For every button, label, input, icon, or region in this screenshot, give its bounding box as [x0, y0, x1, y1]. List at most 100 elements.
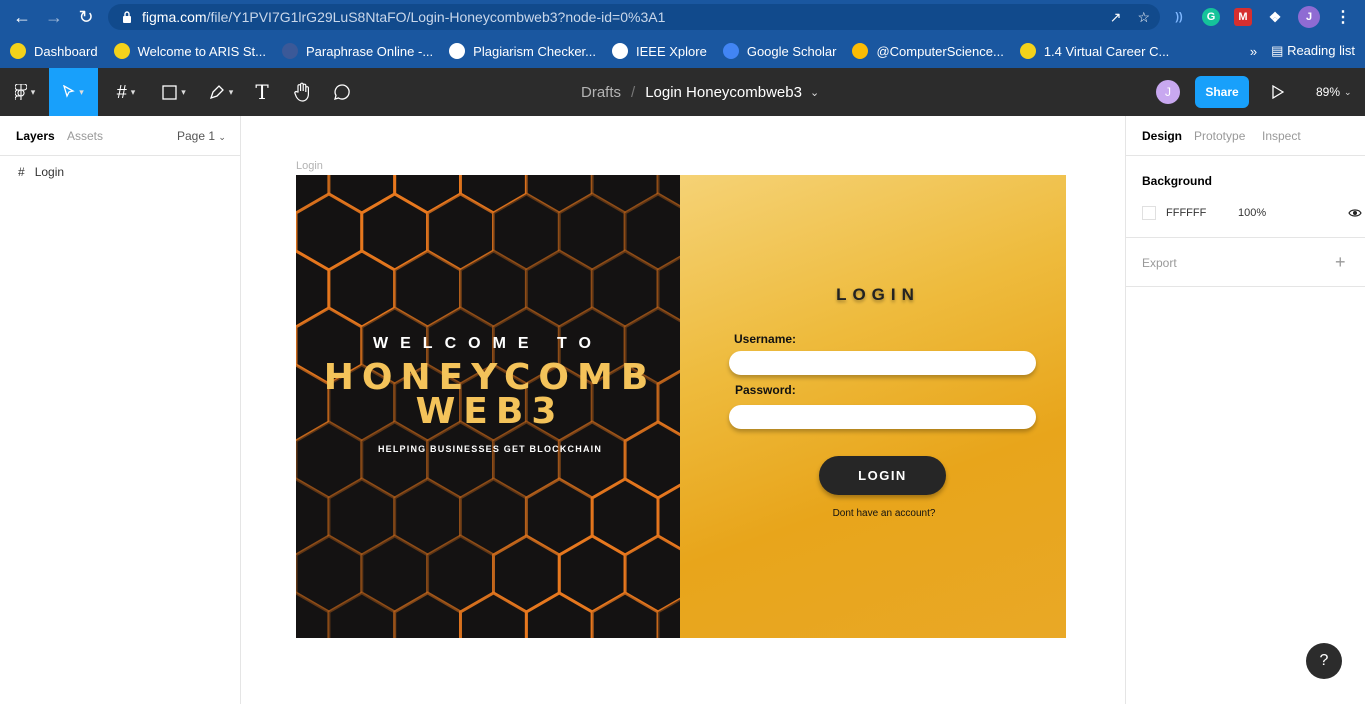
layer-item-login[interactable]: # Login — [0, 162, 240, 182]
play-icon — [1272, 85, 1284, 99]
move-tool-button[interactable]: ▾ — [49, 68, 98, 116]
main-menu-button[interactable]: ▾ — [6, 68, 44, 116]
mendeley-icon[interactable]: M — [1234, 8, 1252, 26]
bookmark-item[interactable]: Google Scholar — [722, 43, 837, 59]
comment-tool-button[interactable] — [328, 68, 356, 116]
ieee-icon — [612, 43, 628, 59]
grammarly-icon[interactable]: G — [1202, 8, 1220, 26]
breadcrumb-drafts[interactable]: Drafts — [581, 84, 621, 101]
username-label: Username: — [734, 332, 797, 346]
bookmark-label: Google Scholar — [746, 43, 837, 59]
tip-icon — [10, 43, 26, 59]
layer-name: Login — [34, 165, 65, 179]
color-swatch[interactable] — [1142, 206, 1156, 220]
welcome-text: WELCOME TO — [373, 335, 603, 352]
reading-list-label: Reading list — [1287, 43, 1355, 58]
bookmark-label: Dashboard — [34, 43, 98, 59]
zoom-value: 89% — [1316, 85, 1341, 99]
frame-label[interactable]: Login — [296, 160, 323, 172]
signup-link[interactable]: Dont have an account? — [680, 508, 1066, 519]
figma-logo-icon — [14, 84, 27, 100]
share-button[interactable]: Share — [1195, 76, 1249, 108]
paraphrase-icon — [281, 43, 298, 59]
frame-hash-icon: # — [18, 165, 25, 179]
login-heading: LOGIN — [836, 285, 920, 304]
lock-icon — [123, 11, 131, 23]
present-button[interactable] — [1268, 80, 1288, 104]
tab-design[interactable]: Design — [1142, 129, 1182, 143]
password-field[interactable] — [729, 405, 1036, 429]
bookmark-item[interactable]: IEEE Xplore — [612, 43, 707, 59]
chevron-down-icon[interactable]: ⌄ — [810, 86, 819, 99]
tab-layers[interactable]: Layers — [16, 129, 55, 143]
bookmark-item[interactable]: 1.4 Virtual Career C... — [1019, 43, 1170, 59]
login-button[interactable]: LOGIN — [819, 456, 946, 495]
username-field[interactable] — [729, 351, 1036, 375]
bookmark-star-icon[interactable]: ☆ — [1137, 9, 1150, 26]
tab-prototype[interactable]: Prototype — [1194, 129, 1245, 143]
reload-icon[interactable]: ↻ — [70, 0, 102, 34]
back-icon[interactable]: ← — [6, 0, 38, 34]
browser-menu-icon[interactable]: ⋮ — [1334, 8, 1352, 26]
bookmark-label: @ComputerScience... — [876, 43, 1004, 59]
url-text: figma.com/file/Y1PVI7G1lrG29LuS8NtaFO/Lo… — [142, 9, 666, 25]
aris-icon — [113, 43, 130, 59]
bookmark-label: Plagiarism Checker... — [473, 43, 596, 59]
file-breadcrumb: Drafts / Login Honeycombweb3 ⌄ — [581, 68, 819, 116]
browser-address-bar: ← → ↻ figma.com/file/Y1PVI7G1lrG29LuS8Nt… — [0, 0, 1365, 34]
chevron-down-icon: ⌄ — [1344, 86, 1352, 97]
bookmark-label: Welcome to ARIS St... — [137, 43, 266, 59]
page-selector[interactable]: Page 1 ⌄ — [177, 129, 226, 143]
tab-assets[interactable]: Assets — [67, 129, 103, 143]
pen-tool-button[interactable]: ▾ — [201, 68, 241, 116]
reading-list-button[interactable]: ▤ Reading list — [1271, 43, 1355, 59]
login-frame[interactable]: WELCOME TO HONEYCOMB WEB3 HELPING BUSINE… — [296, 175, 1066, 638]
bookmark-item[interactable]: Plagiarism Checker... — [449, 43, 596, 59]
add-export-icon[interactable]: + — [1335, 252, 1346, 273]
bookmark-label: Paraphrase Online -... — [305, 43, 434, 59]
login-form-panel: LOGIN Username: Password: LOGIN Dont hav… — [680, 175, 1066, 638]
profile-avatar[interactable]: J — [1298, 6, 1320, 28]
help-button[interactable]: ? — [1306, 643, 1342, 679]
export-section-title: Export — [1142, 256, 1177, 270]
text-tool-button[interactable]: T — [248, 68, 276, 116]
zoom-dropdown[interactable]: 89% ⌄ — [1316, 68, 1352, 116]
brand-title-line2: WEB3 — [415, 391, 565, 432]
drive-icon — [852, 43, 869, 59]
pen-icon — [209, 85, 224, 100]
more-bookmarks-icon[interactable]: » — [1250, 44, 1257, 59]
extensions-puzzle-icon[interactable]: ❖ — [1266, 8, 1284, 26]
background-section-title: Background — [1142, 174, 1213, 188]
background-fill-row[interactable]: FFFFFF 100% — [1142, 205, 1362, 221]
shape-tool-button[interactable]: ▾ — [154, 68, 194, 116]
hand-tool-button[interactable] — [288, 68, 316, 116]
bookmark-item[interactable]: Welcome to ARIS St... — [113, 43, 266, 59]
cursor-arrow-icon — [63, 85, 75, 98]
bookmark-item[interactable]: @ComputerScience... — [852, 43, 1004, 59]
rectangle-icon — [162, 84, 177, 100]
eye-icon[interactable] — [1348, 208, 1362, 218]
url-field[interactable]: figma.com/file/Y1PVI7G1lrG29LuS8NtaFO/Lo… — [108, 4, 1160, 30]
tagline-text: HELPING BUSINESSES GET BLOCKCHAIN — [377, 444, 603, 454]
bookmark-item[interactable]: Paraphrase Online -... — [281, 43, 434, 59]
background-hex[interactable]: FFFFFF — [1166, 207, 1238, 219]
canvas[interactable]: Login WELCOME TO HONEYCOMB WEB3 HELPING … — [241, 116, 1125, 704]
design-panel: Design Prototype Inspect Background FFFF… — [1125, 116, 1365, 704]
bookmarks-bar: Dashboard Welcome to ARIS St... Paraphrase… — [0, 34, 1365, 68]
background-opacity[interactable]: 100% — [1238, 207, 1266, 219]
tip-icon — [1019, 43, 1036, 59]
forward-icon[interactable]: → — [38, 0, 70, 34]
file-name[interactable]: Login Honeycombweb3 — [645, 84, 802, 101]
password-label: Password: — [735, 383, 796, 397]
user-avatar[interactable]: J — [1156, 80, 1180, 104]
wave-extension-icon[interactable]: )) — [1170, 8, 1188, 26]
hand-icon — [294, 82, 309, 102]
bookmark-item[interactable]: Dashboard — [10, 43, 98, 59]
frame-tool-button[interactable]: # ▾ — [106, 68, 146, 116]
bookmark-label: 1.4 Virtual Career C... — [1043, 43, 1170, 59]
text-t-icon: T — [255, 80, 269, 104]
tab-inspect[interactable]: Inspect — [1262, 129, 1301, 143]
scholar-icon — [722, 43, 739, 59]
layers-panel: Layers Assets Page 1 ⌄ # Login — [0, 116, 241, 704]
share-page-icon[interactable]: ↗ — [1110, 9, 1122, 26]
